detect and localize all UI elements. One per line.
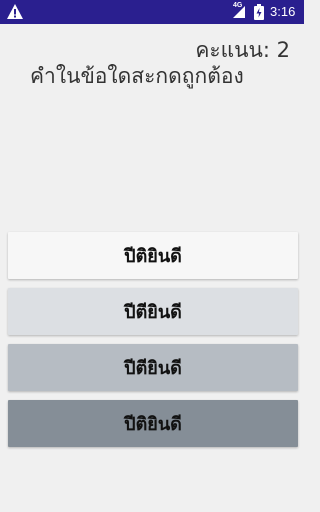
status-bar: 4G 3:16 [0,0,304,24]
signal-icon [233,6,245,18]
answer-button-4[interactable]: ปีติยินดี [8,400,298,447]
answer-button-2[interactable]: ปีตียินดี [8,288,298,335]
answer-button-1[interactable]: ปีติยินดี [8,232,298,279]
answer-button-3[interactable]: ปีตียินดี [8,344,298,391]
answer-list: ปีติยินดี ปีตียินดี ปีตียินดี ปีติยินดี [8,232,298,456]
question-text: คำในข้อใดสะกดถูกต้อง [30,64,244,88]
warning-icon [7,4,23,19]
status-clock: 3:16 [270,4,296,19]
battery-icon [254,4,264,20]
